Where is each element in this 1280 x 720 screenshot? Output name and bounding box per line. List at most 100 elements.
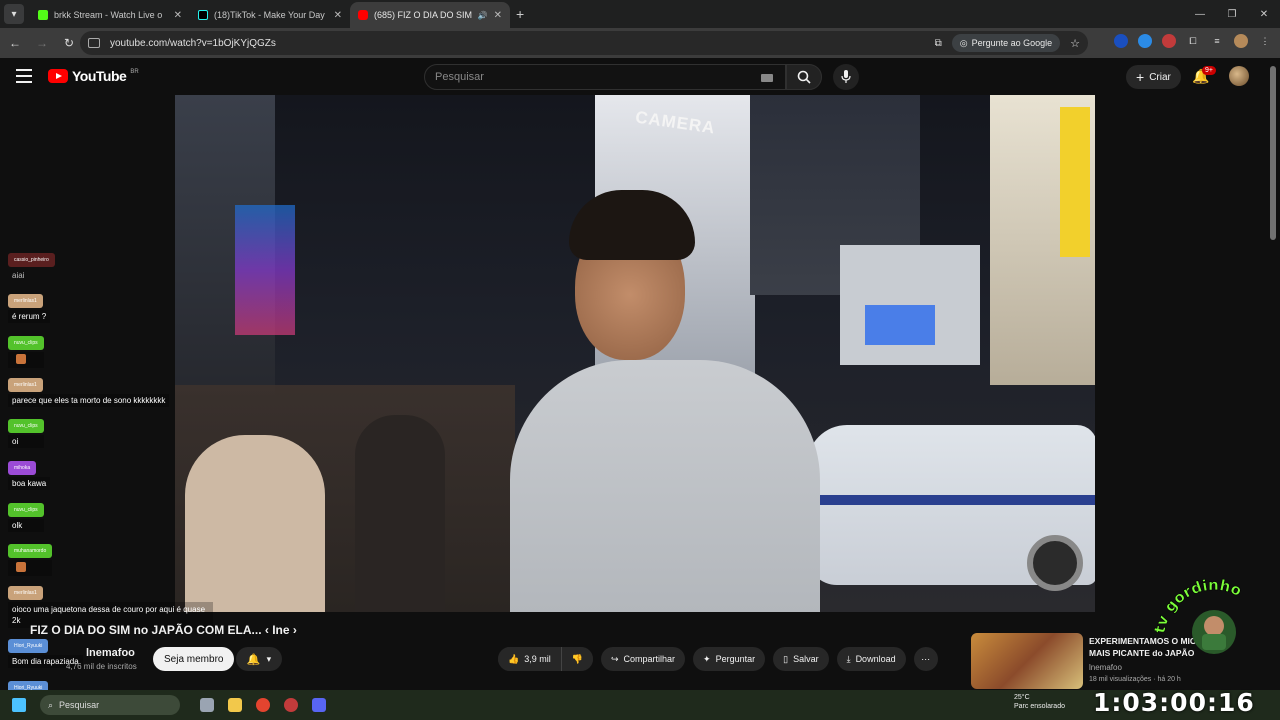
file-explorer-icon[interactable] — [228, 698, 242, 712]
site-info-icon[interactable] — [88, 38, 100, 48]
reading-list-icon[interactable]: ≡ — [1210, 34, 1224, 48]
close-window-icon[interactable]: ✕ — [1248, 9, 1280, 20]
like-dislike-group: 👍 3,9 mil 👎 — [498, 647, 593, 671]
kick-icon — [38, 10, 48, 20]
dislike-button[interactable]: 👎 — [561, 647, 593, 671]
weather-desc: Parc ensolarado — [1014, 703, 1065, 710]
subscription-bell-dropdown[interactable]: 🔔 ▾ — [236, 647, 282, 671]
discord-icon[interactable] — [312, 698, 326, 712]
notification-count-badge: 9+ — [1202, 66, 1216, 75]
recommended-thumbnail[interactable] — [971, 633, 1083, 689]
windows-start-icon[interactable] — [12, 698, 26, 712]
search-input[interactable]: Pesquisar — [424, 64, 786, 90]
voice-search-button[interactable] — [833, 64, 859, 90]
chrome-icon[interactable] — [256, 698, 270, 712]
search-button[interactable] — [786, 64, 822, 90]
address-bar-row: ← → ↻ youtube.com/watch?v=1bOjKYjQGZs ⧉ … — [0, 28, 1280, 58]
chat-message: merlinlas1 é rerum ? — [8, 289, 51, 323]
weather-temp: 25°C — [1014, 694, 1030, 701]
video-actions: 👍 3,9 mil 👎 ↪ Compartilhar ✦ Perguntar ▯… — [498, 647, 938, 671]
chat-text: boa kawa — [8, 477, 51, 490]
like-button[interactable]: 👍 3,9 mil — [498, 647, 562, 671]
bookmark-star-icon[interactable]: ☆ — [1070, 37, 1080, 50]
download-button[interactable]: ⤓ Download — [836, 647, 906, 671]
youtube-header: YouTube BR Pesquisar + Criar 🔔 9+ — [0, 58, 1280, 96]
new-tab-button[interactable]: + — [516, 6, 524, 22]
forward-icon[interactable]: → — [30, 36, 54, 50]
close-tab-icon[interactable]: ✕ — [494, 10, 502, 21]
tab-tiktok[interactable]: (18)TikTok - Make Your Day ✕ — [190, 2, 350, 28]
subscriber-count: 4,76 mil de inscritos — [66, 662, 137, 671]
tab-kick[interactable]: brkk Stream - Watch Live o ✕ — [30, 2, 190, 28]
chat-username: merlinlas1 — [8, 586, 43, 600]
chat-username: nuvu_clips — [8, 503, 44, 517]
speaker-icon[interactable]: 🔊 — [478, 11, 488, 20]
video-player[interactable]: CAMERA — [175, 95, 1095, 612]
chat-username: cassio_pinheiro — [8, 253, 55, 267]
youtube-logo[interactable]: YouTube BR — [48, 68, 139, 84]
search-icon — [797, 70, 811, 84]
chat-text: olk — [8, 519, 44, 532]
save-button[interactable]: ▯ Salvar — [773, 647, 829, 671]
taskbar-apps — [200, 698, 326, 712]
extension-icon[interactable] — [1114, 34, 1128, 48]
more-actions-button[interactable]: ⋯ — [913, 647, 938, 671]
chat-message: nuvu_clips olk — [8, 498, 44, 532]
police-car — [807, 425, 1095, 591]
tab-youtube[interactable]: (685) FIZ O DIA DO SIM no 🔊 ✕ — [350, 2, 510, 28]
chat-username: nuvu_clips — [8, 336, 44, 350]
ask-label: Perguntar — [715, 654, 756, 664]
save-label: Salvar — [793, 654, 819, 664]
tiktok-icon — [198, 10, 208, 20]
minimize-icon[interactable]: — — [1184, 9, 1216, 20]
close-tab-icon[interactable]: ✕ — [174, 10, 182, 21]
ask-button[interactable]: ✦ Perguntar — [693, 647, 766, 671]
video-title: FIZ O DIA DO SIM no JAPÃO COM ELA... ‹ I… — [30, 623, 297, 637]
menu-dots-icon[interactable]: ⋮ — [1258, 34, 1272, 48]
channel-name[interactable]: lnemafoo — [86, 647, 135, 659]
keyboard-icon[interactable] — [761, 74, 773, 82]
chat-message: muhanamordo — [8, 539, 53, 576]
taskbar-search[interactable]: ⌕ Pesquisar — [40, 695, 180, 715]
chat-text — [8, 352, 44, 368]
bell-icon: 🔔 — [246, 653, 261, 666]
windows-taskbar: ⌕ Pesquisar — [0, 690, 1280, 720]
join-button[interactable]: Seja membro — [153, 647, 235, 671]
hamburger-menu-icon[interactable] — [16, 69, 32, 83]
tab-search-button[interactable]: ▾ — [4, 4, 24, 24]
back-icon[interactable]: ← — [3, 36, 27, 50]
puzzle-icon[interactable]: ⧠ — [1186, 34, 1200, 48]
stream-timer: 1:03:00:16 — [1093, 688, 1255, 717]
share-button[interactable]: ↪ Compartilhar — [600, 647, 686, 671]
account-avatar[interactable] — [1229, 66, 1249, 86]
tab-title: (685) FIZ O DIA DO SIM no — [374, 10, 472, 20]
close-tab-icon[interactable]: ✕ — [334, 10, 342, 21]
chat-text: aiai — [12, 271, 25, 280]
youtube-wordmark: YouTube — [72, 68, 127, 84]
app-icon[interactable] — [284, 698, 298, 712]
microphone-icon — [841, 70, 851, 83]
url-field[interactable]: youtube.com/watch?v=1bOjKYjQGZs ⧉ ◎ Perg… — [80, 31, 1088, 55]
omnibox-actions: ⧉ ◎ Pergunte ao Google ☆ — [935, 34, 1088, 52]
chat-text — [8, 560, 53, 576]
chat-message: nuvu_clips — [8, 331, 44, 368]
ask-google-button[interactable]: ◎ Pergunte ao Google — [951, 34, 1061, 52]
weather-widget[interactable]: 25°C Parc ensolarado — [1000, 693, 1065, 711]
google-lens-icon: ◎ — [959, 37, 968, 48]
create-button[interactable]: + Criar — [1126, 65, 1181, 89]
chat-username: Hiori_Ryuuki — [8, 639, 49, 653]
extension-icon[interactable] — [1138, 34, 1152, 48]
chat-text: é rerum ? — [8, 310, 51, 323]
extension-icon[interactable] — [1162, 34, 1176, 48]
restore-icon[interactable]: ❐ — [1216, 9, 1248, 20]
cast-icon[interactable]: ⧉ — [935, 38, 942, 49]
reload-icon[interactable]: ↻ — [57, 36, 81, 50]
emote-icon — [16, 354, 26, 364]
profile-avatar[interactable] — [1234, 34, 1248, 48]
emote-icon — [16, 562, 26, 572]
chat-username: merlinlas1 — [8, 294, 43, 308]
task-view-icon[interactable] — [200, 698, 214, 712]
chat-message: cassio_pinheiro aiai — [8, 248, 55, 282]
recommended-views: 18 mil visualizações · há 20 h — [1089, 676, 1181, 683]
page-scrollbar[interactable] — [1270, 66, 1276, 240]
